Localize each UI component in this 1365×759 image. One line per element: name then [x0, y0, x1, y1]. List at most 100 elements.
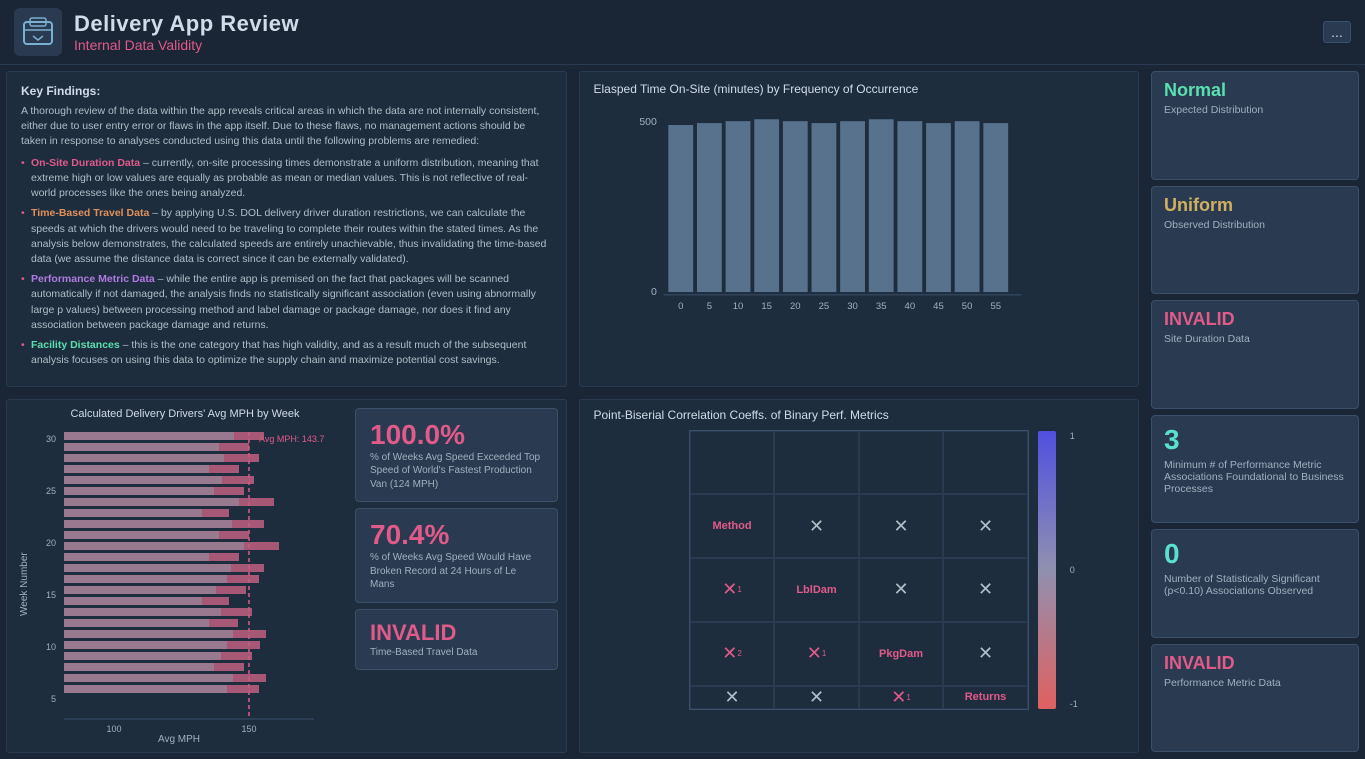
- header: Delivery App Review Internal Data Validi…: [0, 0, 1365, 65]
- correlation-title: Point-Biserial Correlation Coeffs. of Bi…: [594, 408, 1125, 422]
- stat-box-70pct: 70.4% % of Weeks Avg Speed Would Have Br…: [355, 508, 558, 603]
- stat-value-invalid-travel: INVALID: [370, 620, 543, 646]
- corr-r0c2: [859, 431, 944, 495]
- svg-text:35: 35: [875, 301, 886, 312]
- status-card-invalid-perf-title: INVALID: [1164, 653, 1346, 674]
- status-card-invalid-perf: INVALID Performance Metric Data: [1151, 644, 1359, 753]
- corr-r0c3: [943, 431, 1028, 495]
- finding-label-2: Time-Based Travel Data: [31, 207, 149, 219]
- corr-r0c0: [690, 431, 775, 495]
- svg-text:20: 20: [789, 301, 800, 312]
- status-card-invalid-site: INVALID Site Duration Data: [1151, 300, 1359, 409]
- key-findings-panel: Key Findings: A thorough review of the d…: [6, 71, 567, 387]
- key-findings-heading: Key Findings:: [21, 84, 552, 98]
- colorbar-bot: -1: [1070, 699, 1078, 709]
- corr-method-x1: ✕: [774, 494, 859, 558]
- svg-text:Elapsed Minutes: Elapsed Minutes: [801, 313, 879, 314]
- status-card-invalid-site-title: INVALID: [1164, 309, 1346, 330]
- stat-value-100pct: 100.0%: [370, 419, 543, 451]
- bottom-left-panel: Calculated Delivery Drivers' Avg MPH by …: [6, 399, 567, 753]
- status-card-normal-title: Normal: [1164, 80, 1346, 101]
- status-card-normal: Normal Expected Distribution: [1151, 71, 1359, 180]
- svg-text:150: 150: [241, 724, 256, 734]
- elapsed-chart-panel: Elasped Time On-Site (minutes) by Freque…: [579, 71, 1140, 387]
- corr-x1-lbldam: ✕1: [690, 558, 775, 622]
- svg-text:25: 25: [46, 486, 56, 496]
- app-icon: [14, 8, 62, 56]
- corr-returns-x1: ✕: [690, 686, 775, 709]
- status-card-count-3-title: 3: [1164, 424, 1346, 456]
- svg-text:0: 0: [678, 301, 683, 312]
- svg-text:45: 45: [933, 301, 944, 312]
- correlation-grid: Method ✕ ✕ ✕ ✕1 LblDam ✕ ✕ ✕2 ✕1 PkgDam …: [689, 430, 1029, 710]
- status-card-count-3: 3 Minimum # of Performance Metric Associ…: [1151, 415, 1359, 524]
- svg-text:15: 15: [761, 301, 772, 312]
- finding-label-1: On-Site Duration Data: [31, 157, 140, 169]
- svg-text:15: 15: [46, 590, 56, 600]
- svg-text:100: 100: [106, 724, 121, 734]
- correlation-container: Method ✕ ✕ ✕ ✕1 LblDam ✕ ✕ ✕2 ✕1 PkgDam …: [659, 430, 1059, 710]
- corr-label-pkgdam: PkgDam: [859, 622, 944, 686]
- finding-label-4: Facility Distances: [31, 339, 120, 351]
- key-findings-intro: A thorough review of the data within the…: [21, 104, 552, 150]
- svg-text:55: 55: [990, 301, 1001, 312]
- status-card-uniform-subtitle: Observed Distribution: [1164, 219, 1346, 231]
- colorbar-mid: 0: [1070, 565, 1078, 575]
- corr-x2-pkgdam: ✕2: [690, 622, 775, 686]
- corr-x1-pkgdam: ✕1: [774, 622, 859, 686]
- status-card-invalid-site-subtitle: Site Duration Data: [1164, 333, 1346, 345]
- mph-chart-body: Week Number 30 25 20 15 10 5 Avg MPH: 14…: [15, 424, 355, 744]
- main-layout: Key Findings: A thorough review of the d…: [0, 65, 1365, 759]
- status-card-count-0-title: 0: [1164, 538, 1346, 570]
- svg-text:Avg MPH: Avg MPH: [158, 734, 200, 744]
- status-card-uniform-title: Uniform: [1164, 195, 1346, 216]
- svg-text:50: 50: [961, 301, 972, 312]
- svg-text:5: 5: [706, 301, 711, 312]
- corr-method-x2: ✕: [859, 494, 944, 558]
- corr-r0c1: [774, 431, 859, 495]
- finding-item-4: Facility Distances – this is the one cat…: [21, 338, 552, 368]
- colorbar-top: 1: [1070, 431, 1078, 441]
- finding-item-1: On-Site Duration Data – currently, on-si…: [21, 156, 552, 202]
- svg-text:30: 30: [847, 301, 858, 312]
- corr-lbldam-x3: ✕: [943, 558, 1028, 622]
- y-axis-label: Week Number: [15, 424, 34, 744]
- header-titles: Delivery App Review Internal Data Validi…: [74, 11, 299, 53]
- svg-text:10: 10: [732, 301, 743, 312]
- corr-label-method: Method: [690, 494, 775, 558]
- stat-box-invalid-travel: INVALID Time-Based Travel Data: [355, 609, 558, 671]
- header-left: Delivery App Review Internal Data Validi…: [14, 8, 299, 56]
- key-findings-list: On-Site Duration Data – currently, on-si…: [21, 156, 552, 369]
- status-card-count-0-subtitle: Number of Statistically Significant (p<0…: [1164, 573, 1346, 597]
- corr-label-returns: Returns: [943, 686, 1028, 709]
- status-card-count-3-subtitle: Minimum # of Performance Metric Associat…: [1164, 459, 1346, 495]
- mph-chart-title: Calculated Delivery Drivers' Avg MPH by …: [15, 408, 355, 420]
- status-card-uniform: Uniform Observed Distribution: [1151, 186, 1359, 295]
- svg-text:10: 10: [46, 642, 56, 652]
- svg-text:500: 500: [639, 116, 657, 128]
- corr-pkgdam-x: ✕: [943, 622, 1028, 686]
- stat-value-70pct: 70.4%: [370, 519, 543, 551]
- corr-lbldam-x2: ✕: [859, 558, 944, 622]
- svg-text:25: 25: [818, 301, 829, 312]
- svg-text:40: 40: [904, 301, 915, 312]
- finding-item-2: Time-Based Travel Data – by applying U.S…: [21, 206, 552, 267]
- correlation-colorbar-labels: 1 0 -1: [1070, 431, 1078, 709]
- status-card-count-0: 0 Number of Statistically Significant (p…: [1151, 529, 1359, 638]
- status-card-normal-subtitle: Expected Distribution: [1164, 104, 1346, 116]
- svg-text:30: 30: [46, 434, 56, 444]
- stat-box-100pct: 100.0% % of Weeks Avg Speed Exceeded Top…: [355, 408, 558, 503]
- mph-chart-svg: 30 25 20 15 10 5 Avg MPH: 143.7: [34, 424, 344, 744]
- elapsed-chart-title: Elasped Time On-Site (minutes) by Freque…: [594, 82, 1125, 96]
- status-card-invalid-perf-subtitle: Performance Metric Data: [1164, 677, 1346, 689]
- corr-label-lbldam: LblDam: [774, 558, 859, 622]
- svg-text:5: 5: [51, 694, 56, 704]
- corr-x1-returns: ✕1: [859, 686, 944, 709]
- status-cards-column: Normal Expected Distribution Uniform Obs…: [1145, 65, 1365, 759]
- corr-returns-x2: ✕: [774, 686, 859, 709]
- correlation-panel: Point-Biserial Correlation Coeffs. of Bi…: [579, 399, 1140, 753]
- header-menu-button[interactable]: ...: [1323, 21, 1351, 43]
- finding-label-3: Performance Metric Data: [31, 273, 155, 285]
- stat-label-100pct: % of Weeks Avg Speed Exceeded Top Speed …: [370, 451, 543, 492]
- stat-boxes: 100.0% % of Weeks Avg Speed Exceeded Top…: [355, 408, 558, 744]
